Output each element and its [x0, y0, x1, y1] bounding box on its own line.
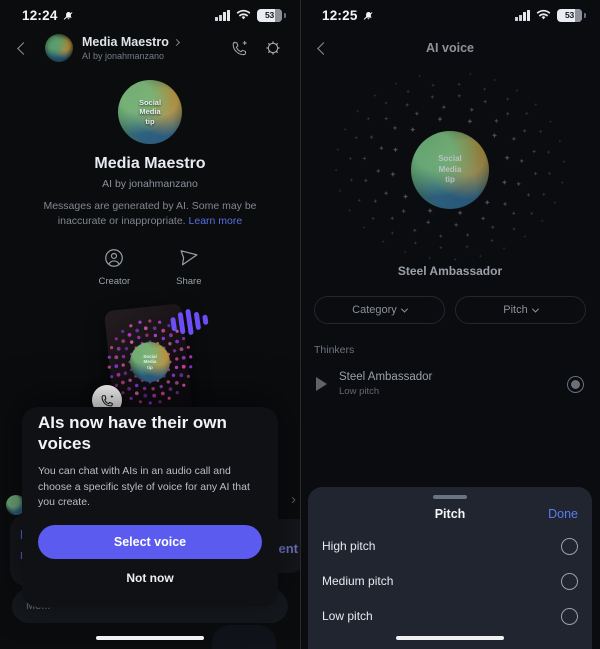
- chat-header-actions: [226, 35, 286, 61]
- voice-orb-label: Social Media tip: [438, 154, 462, 185]
- wifi-icon: [536, 9, 551, 21]
- phone-plus-icon: [230, 39, 249, 58]
- category-filter-label: Category: [352, 304, 397, 316]
- pitch-option-low[interactable]: Low pitch: [308, 599, 592, 634]
- pitch-option-medium-radio[interactable]: [561, 573, 578, 590]
- nav-bar: AI voice: [300, 30, 600, 66]
- profile-creator: AI by jonahmanzano: [16, 178, 284, 190]
- status-time-left: 12:24: [22, 8, 75, 23]
- creator-label: Creator: [98, 276, 130, 287]
- chevron-down-icon: [532, 305, 539, 312]
- audio-call-button[interactable]: [226, 35, 252, 61]
- settings-button[interactable]: [260, 35, 286, 61]
- creator-action[interactable]: Creator: [98, 247, 130, 287]
- profile-disclaimer: Messages are generated by AI. Some may b…: [16, 199, 284, 229]
- share-label: Share: [176, 276, 201, 287]
- chat-subtitle: AI by jonahmanzano: [82, 51, 217, 61]
- pitch-option-high[interactable]: High pitch: [308, 529, 592, 564]
- chevron-right-icon: [173, 39, 180, 46]
- battery-indicator-left: 53: [257, 9, 282, 22]
- profile-block: Social Media tip Media Maestro AI by jonah…: [0, 70, 300, 287]
- chevron-left-icon: [17, 42, 30, 55]
- profile-orb: Social Media tip: [118, 80, 182, 144]
- learn-more-link[interactable]: Learn more: [189, 215, 243, 227]
- person-circle-icon: [103, 247, 125, 269]
- select-voice-button[interactable]: Select voice: [38, 525, 262, 559]
- nav-title: AI voice: [300, 41, 600, 55]
- status-indicators-left: 53: [215, 9, 282, 22]
- list-item[interactable]: Steel Ambassador Low pitch: [300, 356, 600, 398]
- dual-screenshot: 12:24 53 Media Maestro AI by jonahmanzan…: [0, 0, 600, 649]
- voice-row-radio-selected[interactable]: [567, 376, 584, 393]
- send-arrow-icon: [178, 247, 200, 269]
- battery-level-left: 53: [265, 10, 274, 20]
- battery-indicator-right: 53: [557, 9, 582, 22]
- voice-row-pitch: Low pitch: [339, 386, 555, 398]
- status-bar-right: 12:25 53: [300, 0, 600, 30]
- chat-header: Media Maestro AI by jonahmanzano: [0, 30, 300, 70]
- pitch-option-medium-label: Medium pitch: [322, 574, 393, 588]
- sheet-title: Pitch: [435, 507, 466, 521]
- filter-row: Category Pitch: [300, 278, 600, 324]
- bell-slash-icon: [362, 9, 375, 22]
- pitch-bottom-sheet: Pitch Done High pitch Medium pitch Low p…: [308, 487, 592, 649]
- pitch-option-high-radio[interactable]: [561, 538, 578, 555]
- profile-actions: Creator Share: [16, 247, 284, 287]
- status-time-right-value: 12:25: [322, 8, 358, 23]
- play-icon[interactable]: [316, 377, 327, 391]
- pitch-filter-label: Pitch: [503, 304, 527, 316]
- status-bar-left: 12:24 53: [0, 0, 300, 30]
- wifi-icon: [236, 9, 251, 21]
- voice-promo-modal: AIs now have their own voices You can ch…: [22, 407, 278, 607]
- bell-slash-icon: [62, 9, 75, 22]
- chat-title-row: Media Maestro: [82, 35, 217, 49]
- chat-title: Media Maestro: [82, 35, 169, 49]
- status-indicators-right: 53: [515, 9, 582, 22]
- back-button-left[interactable]: [10, 35, 36, 61]
- done-button[interactable]: Done: [548, 507, 578, 521]
- avatar[interactable]: [45, 34, 73, 62]
- pitch-option-high-label: High pitch: [322, 539, 375, 553]
- status-time-right: 12:25: [322, 8, 375, 23]
- cellular-signal-icon: [215, 10, 230, 21]
- pitch-option-low-label: Low pitch: [322, 609, 373, 623]
- status-time-left-value: 12:24: [22, 8, 58, 23]
- voice-row-name: Steel Ambassador: [339, 370, 555, 384]
- gear-icon: [264, 39, 282, 57]
- right-screen-ai-voice: 12:25 53 AI voice Social Media tip Steel…: [300, 0, 600, 649]
- battery-level-right: 53: [565, 10, 574, 20]
- artwork-orb: Social Media tip: [130, 342, 170, 382]
- section-header-thinkers: Thinkers: [300, 324, 600, 356]
- chevron-down-icon: [401, 305, 408, 312]
- share-action[interactable]: Share: [176, 247, 201, 287]
- chat-header-text[interactable]: Media Maestro AI by jonahmanzano: [82, 35, 217, 61]
- pitch-option-medium[interactable]: Medium pitch: [308, 564, 592, 599]
- left-screen-chat-profile: 12:24 53 Media Maestro AI by jonahmanzan…: [0, 0, 300, 649]
- cellular-signal-icon: [515, 10, 530, 21]
- pitch-option-low-radio[interactable]: [561, 608, 578, 625]
- category-filter-button[interactable]: Category: [314, 296, 445, 324]
- home-indicator-right: [396, 636, 504, 640]
- screen-divider: [300, 0, 301, 649]
- chevron-right-icon: ›: [291, 491, 296, 508]
- chat-bubble-partial: [212, 625, 276, 649]
- home-indicator-left: [96, 636, 204, 640]
- not-now-button[interactable]: Not now: [38, 563, 262, 593]
- profile-orb-label: Social Media tip: [139, 98, 161, 126]
- modal-title: AIs now have their own voices: [38, 407, 262, 454]
- page-title: Media Maestro: [16, 155, 284, 173]
- sheet-header: Pitch Done: [308, 499, 592, 529]
- modal-body: You can chat with AIs in an audio call a…: [38, 464, 262, 511]
- voice-row-text: Steel Ambassador Low pitch: [339, 370, 555, 398]
- voice-orb: Social Media tip: [411, 131, 489, 209]
- pitch-filter-button[interactable]: Pitch: [455, 296, 586, 324]
- sound-wave-icon: [169, 307, 209, 338]
- voice-stage: Social Media tip: [300, 70, 600, 270]
